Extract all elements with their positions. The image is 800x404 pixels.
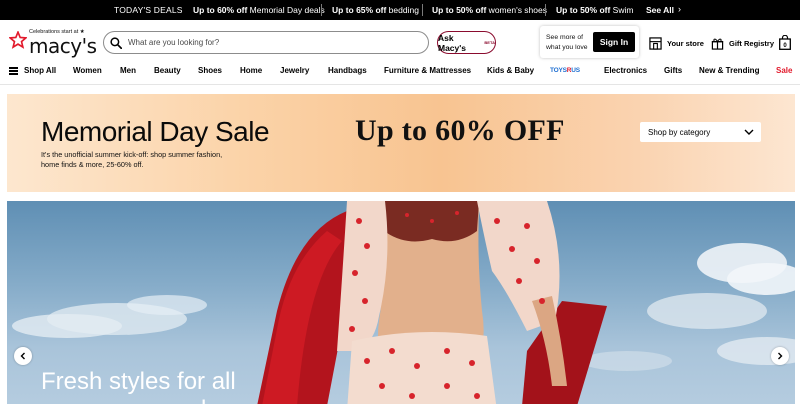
sign-in-prompt-text: See more of what you love [546,34,588,51]
promo-bar: TODAY'S DEALS Up to 60% off Memorial Day… [0,0,800,20]
shopping-bag-icon: 0 [779,34,791,50]
nav-electronics[interactable]: Electronics [604,66,647,75]
deal-link-swim[interactable]: Up to 50% off Swim [556,5,633,15]
banner-subtitle: It's the unofficial summer kick-off: sho… [41,150,223,169]
chevron-right-icon [778,352,783,360]
ask-macys-button[interactable]: Ask Macy's BETA [437,31,496,54]
sign-in-prompt: See more of what you love Sign In [540,26,639,58]
your-store-link[interactable]: Your store [649,37,704,50]
deal-link-womens-shoes[interactable]: Up to 50% off women's shoes [432,5,547,15]
nav-women[interactable]: Women [73,66,102,75]
shopping-bag-button[interactable]: 0 [779,34,791,55]
store-icon [649,37,662,50]
hero-headline: Fresh styles for all your summer plans [41,368,245,404]
divider [422,4,423,16]
your-store-label: Your store [667,39,704,48]
nav-beauty[interactable]: Beauty [154,66,181,75]
nav-jewelry[interactable]: Jewelry [280,66,309,75]
nav-shoes[interactable]: Shoes [198,66,222,75]
banner-discount: Up to 60% OFF [355,114,565,147]
see-all-deals-link[interactable]: See All [646,5,674,15]
carousel-next-button[interactable] [771,347,789,365]
search-bar[interactable] [103,31,429,54]
shop-by-category-label: Shop by category [648,127,711,137]
sign-in-button[interactable]: Sign In [593,32,635,52]
carousel-prev-button[interactable] [14,347,32,365]
gift-registry-link[interactable]: Gift Registry [711,37,774,50]
chevron-left-icon [20,352,25,360]
menu-icon[interactable] [9,67,18,75]
logo-wordmark: macy's [29,34,97,58]
nav-men[interactable]: Men [120,66,136,75]
nav-sale[interactable]: Sale [776,66,792,75]
divider [321,4,322,16]
bag-count: 0 [783,43,787,49]
main-nav: Shop All Women Men Beauty Shoes Home Jew… [0,65,800,78]
todays-deals-label: TODAY'S DEALS [114,5,183,15]
beta-badge: BETA [484,40,495,45]
star-logo-icon [9,31,27,49]
nav-handbags[interactable]: Handbags [328,66,367,75]
deal-link-memorial-day[interactable]: Up to 60% off Memorial Day deals [193,5,325,15]
chevron-right-icon[interactable]: › [678,4,681,14]
gift-icon [711,38,724,50]
nav-divider [0,84,800,85]
hero-carousel[interactable]: Fresh styles for all your summer plans [7,201,795,404]
nav-toys-r-us-logo[interactable]: TOYSRUS [550,67,580,74]
divider [545,4,546,16]
nav-new-trending[interactable]: New & Trending [699,66,759,75]
shop-by-category-dropdown[interactable]: Shop by category [640,122,761,142]
nav-home[interactable]: Home [240,66,262,75]
memorial-day-banner[interactable]: Memorial Day Sale Up to 60% OFF It's the… [7,94,795,192]
search-icon[interactable] [110,36,122,49]
nav-kids-baby[interactable]: Kids & Baby [487,66,534,75]
nav-shop-all[interactable]: Shop All [24,66,56,75]
gift-registry-label: Gift Registry [729,39,775,48]
ask-macys-label: Ask Macy's [438,32,467,53]
nav-furniture-mattresses[interactable]: Furniture & Mattresses [384,66,471,75]
search-input[interactable] [128,38,408,47]
chevron-down-icon [744,129,754,135]
deal-link-bedding[interactable]: Up to 65% off bedding [332,5,419,15]
banner-title: Memorial Day Sale [41,116,270,147]
nav-gifts[interactable]: Gifts [664,66,682,75]
macys-logo[interactable]: Celebrations start at ★ macy's [9,29,97,58]
